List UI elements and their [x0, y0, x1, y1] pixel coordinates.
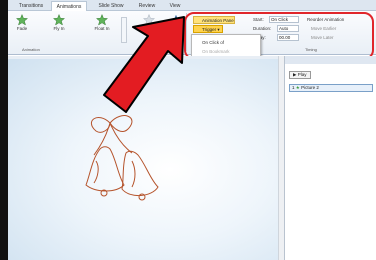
red-arrow-icon — [103, 16, 185, 113]
screen-left-edge — [0, 0, 8, 260]
powerpoint-window: Transitions Animations Slide Show Review… — [8, 0, 376, 260]
